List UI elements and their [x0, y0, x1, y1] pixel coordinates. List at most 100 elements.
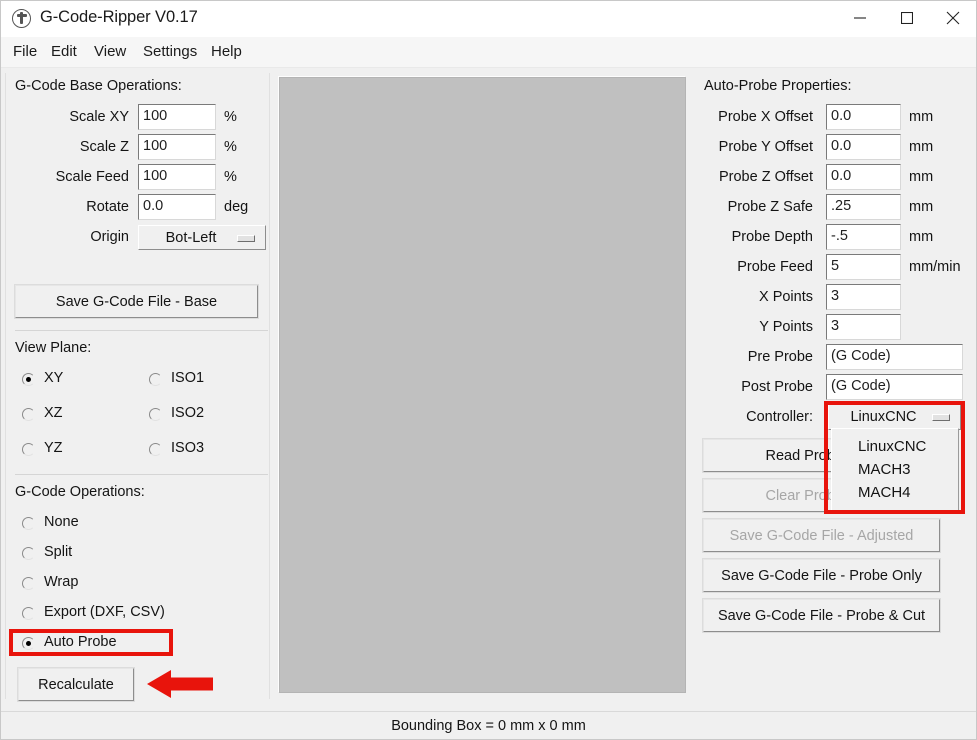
controller-dropdown-value: LinuxCNC	[850, 409, 917, 425]
menu-bar: File Edit View Settings Help	[1, 37, 976, 68]
label-probe-z-offset: Probe Z Offset	[718, 169, 813, 185]
controller-option-mach4[interactable]: MACH4	[832, 481, 958, 504]
radio-label: YZ	[44, 440, 63, 456]
unit-probe-z-safe: mm	[909, 199, 934, 215]
unit-probe-x-offset: mm	[909, 109, 934, 125]
input-x-points[interactable]: 3	[826, 284, 901, 310]
input-probe-z-safe[interactable]: .25	[826, 194, 901, 220]
base-operations-title: G-Code Base Operations:	[15, 78, 182, 94]
gcode-preview-canvas[interactable]	[279, 77, 686, 693]
input-probe-z-offset[interactable]: 0.0	[826, 164, 901, 190]
unit-probe-y-offset: mm	[909, 139, 934, 155]
unit-scale-xy: %	[224, 109, 237, 125]
title-bar: G-Code-Ripper V0.17	[1, 1, 976, 38]
chevron-down-icon	[932, 414, 950, 421]
label-probe-z-safe: Probe Z Safe	[727, 199, 813, 215]
input-scale-z[interactable]: 100	[138, 134, 216, 160]
label-scale-xy: Scale XY	[69, 109, 129, 125]
unit-probe-z-offset: mm	[909, 169, 934, 185]
radio-indicator-icon	[22, 517, 35, 530]
menu-help[interactable]: Help	[208, 42, 245, 61]
input-scale-xy[interactable]: 100	[138, 104, 216, 130]
label-x-points: X Points	[759, 289, 813, 305]
unit-rotate: deg	[224, 199, 249, 215]
maximize-icon	[901, 12, 913, 24]
radio-label: Wrap	[44, 574, 79, 590]
radio-label: Export (DXF, CSV)	[44, 604, 165, 620]
label-scale-feed: Scale Feed	[55, 169, 129, 185]
controller-dropdown[interactable]: LinuxCNC	[828, 404, 961, 430]
input-probe-feed[interactable]: 5	[826, 254, 901, 280]
label-probe-x-offset: Probe X Offset	[718, 109, 813, 125]
save-gcode-base-button[interactable]: Save G-Code File - Base	[14, 284, 259, 319]
radio-indicator-icon	[22, 607, 35, 620]
label-probe-y-offset: Probe Y Offset	[718, 139, 813, 155]
label-rotate: Rotate	[86, 199, 129, 215]
label-probe-depth: Probe Depth	[731, 229, 813, 245]
unit-scale-feed: %	[224, 169, 237, 185]
label-probe-feed: Probe Feed	[737, 259, 813, 275]
input-scale-feed[interactable]: 100	[138, 164, 216, 190]
input-y-points[interactable]: 3	[826, 314, 901, 340]
unit-probe-depth: mm	[909, 229, 934, 245]
label-controller: Controller:	[746, 409, 813, 425]
minimize-button[interactable]	[837, 1, 883, 35]
menu-file[interactable]: File	[10, 42, 40, 61]
origin-dropdown-value: Bot-Left	[165, 229, 217, 246]
input-rotate[interactable]: 0.0	[138, 194, 216, 220]
origin-dropdown[interactable]: Bot-Left	[138, 225, 266, 250]
radio-indicator-icon	[149, 408, 162, 421]
divider-2	[15, 474, 268, 475]
input-pre-probe[interactable]: (G Code)	[826, 344, 963, 370]
divider-1	[15, 330, 268, 331]
radio-label: ISO2	[171, 405, 205, 421]
input-post-probe[interactable]: (G Code)	[826, 374, 963, 400]
save-gcode-probe-and-cut-button[interactable]: Save G-Code File - Probe & Cut	[702, 598, 941, 633]
menu-edit[interactable]: Edit	[48, 42, 80, 61]
close-button[interactable]	[930, 1, 976, 35]
status-bar: Bounding Box = 0 mm x 0 mm	[1, 711, 976, 739]
app-logo-icon	[12, 9, 31, 28]
save-gcode-probe-only-button[interactable]: Save G-Code File - Probe Only	[702, 558, 941, 593]
auto-probe-properties-title: Auto-Probe Properties:	[704, 78, 852, 94]
controller-option-linuxcnc[interactable]: LinuxCNC	[832, 435, 958, 458]
radio-indicator-icon	[149, 443, 162, 456]
maximize-button[interactable]	[884, 1, 930, 35]
radio-label: ISO3	[171, 440, 205, 456]
controller-dropdown-menu[interactable]: LinuxCNC MACH3 MACH4	[831, 428, 959, 511]
radio-label: XZ	[44, 405, 63, 421]
chevron-down-icon	[237, 234, 255, 242]
radio-indicator-icon	[22, 577, 35, 590]
view-plane-title: View Plane:	[15, 340, 92, 356]
radio-label: ISO1	[171, 370, 205, 386]
status-bar-text: Bounding Box = 0 mm x 0 mm	[391, 717, 586, 734]
gcode-operations-title: G-Code Operations:	[15, 484, 145, 500]
radio-label: None	[44, 514, 79, 530]
window-title: G-Code-Ripper V0.17	[40, 8, 198, 26]
label-origin: Origin	[90, 229, 129, 245]
label-post-probe: Post Probe	[741, 379, 813, 395]
unit-scale-z: %	[224, 139, 237, 155]
radio-indicator-icon	[149, 373, 162, 386]
radio-label: Split	[44, 544, 73, 560]
left-panel-edge	[5, 73, 6, 699]
label-scale-z: Scale Z	[79, 139, 129, 155]
radio-indicator-icon	[22, 637, 35, 650]
input-probe-y-offset[interactable]: 0.0	[826, 134, 901, 160]
minimize-icon	[854, 17, 866, 19]
recalculate-button[interactable]: Recalculate	[17, 667, 135, 702]
application-window: G-Code-Ripper V0.17 File Edit View Setti…	[0, 0, 977, 740]
radio-label: Auto Probe	[44, 634, 117, 650]
unit-probe-feed: mm/min	[909, 259, 961, 275]
input-probe-depth[interactable]: -.5	[826, 224, 901, 250]
red-arrow-annotation	[147, 670, 213, 698]
radio-label: XY	[44, 370, 64, 386]
controller-option-mach3[interactable]: MACH3	[832, 458, 958, 481]
radio-indicator-icon	[22, 547, 35, 560]
input-probe-x-offset[interactable]: 0.0	[826, 104, 901, 130]
menu-settings[interactable]: Settings	[140, 42, 200, 61]
menu-view[interactable]: View	[91, 42, 129, 61]
close-icon	[946, 11, 960, 25]
left-panel-divider	[269, 73, 270, 699]
label-pre-probe: Pre Probe	[747, 349, 813, 365]
